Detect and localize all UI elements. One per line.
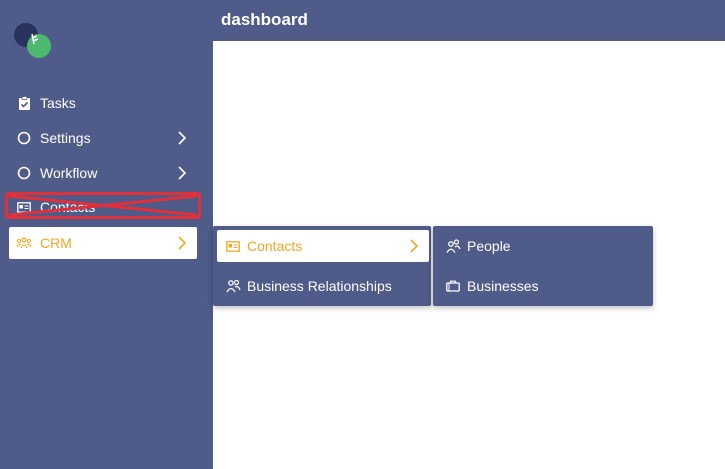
address-card-icon [225,238,241,254]
briefcase-icon [445,278,461,294]
sidebar-item-label: Workflow [40,165,98,181]
sidebar-item-label: Settings [40,130,91,146]
app-logo [14,23,51,58]
chevron-right-icon [178,131,187,145]
sidebar-item-crm[interactable]: CRM [9,227,197,259]
users-icon [445,238,461,254]
circle-icon [16,165,32,181]
sidebar-item-settings[interactable]: Settings [9,122,197,154]
annotation-cross-out [8,194,198,217]
users-icon [225,278,241,294]
page-title: dashboard [221,10,308,29]
clipboard-check-icon [16,95,32,111]
crm-submenu: Contacts Business Relationships [213,226,431,306]
submenu-item-people[interactable]: People [437,230,649,262]
top-bar: dashboard [213,0,725,41]
submenu-item-contacts[interactable]: Contacts [217,230,429,262]
submenu-item-label: Business Relationships [247,278,392,294]
submenu-item-businesses[interactable]: Businesses [437,270,649,302]
sidebar-item-workflow[interactable]: Workflow [9,157,197,189]
submenu-item-label: Businesses [467,278,539,294]
chevron-right-icon [178,166,187,180]
submenu-item-label: People [467,238,511,254]
submenu-item-business-relationships[interactable]: Business Relationships [217,270,429,302]
sidebar-item-tasks[interactable]: Tasks [9,87,197,119]
contacts-submenu: People Businesses [433,226,653,306]
sidebar-item-label: Tasks [40,95,76,111]
people-group-icon [16,235,32,251]
submenu-item-label: Contacts [247,238,303,254]
sidebar-item-label: CRM [40,235,72,251]
circle-icon [16,130,32,146]
chevron-right-icon [178,236,187,250]
chevron-right-icon [410,239,419,253]
sidebar: Tasks Settings Workflow Contacts CRM [0,0,213,469]
